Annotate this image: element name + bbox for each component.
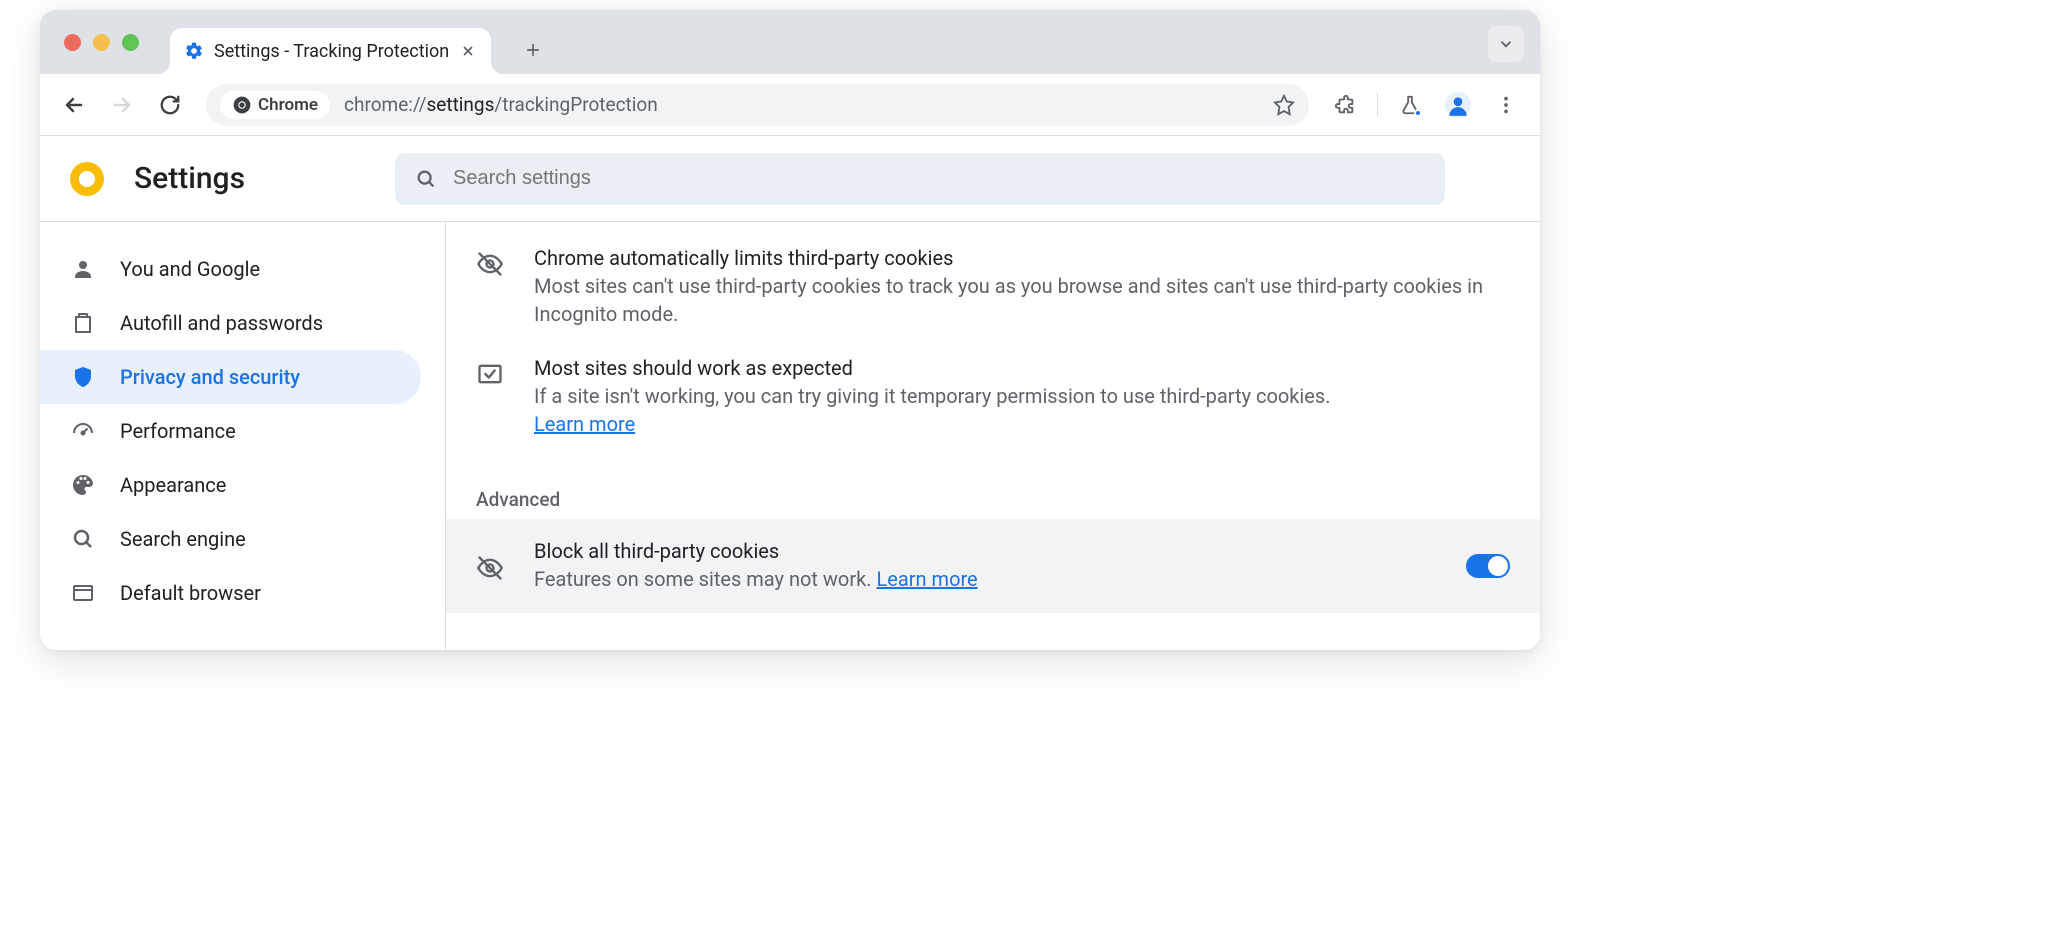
- sidebar-item-performance[interactable]: Performance: [40, 404, 421, 458]
- tab-strip: Settings - Tracking Protection: [40, 10, 1540, 74]
- reload-button[interactable]: [150, 85, 190, 125]
- minimize-window-button[interactable]: [93, 34, 110, 51]
- sidebar: You and Google Autofill and passwords Pr…: [40, 222, 446, 650]
- new-tab-button[interactable]: [515, 32, 551, 68]
- sidebar-item-label: Search engine: [120, 527, 246, 551]
- sidebar-item-label: Appearance: [120, 473, 226, 497]
- row-subtitle: Most sites can't use third-party cookies…: [534, 272, 1510, 328]
- eye-off-icon: [476, 250, 504, 278]
- sidebar-item-you-and-google[interactable]: You and Google: [40, 242, 421, 296]
- close-tab-button[interactable]: [459, 42, 477, 60]
- sidebar-item-privacy-security[interactable]: Privacy and security: [40, 350, 421, 404]
- sidebar-item-autofill[interactable]: Autofill and passwords: [40, 296, 421, 350]
- chrome-settings-logo-icon: [70, 162, 104, 196]
- search-settings-box[interactable]: [395, 153, 1445, 205]
- browser-menu-button[interactable]: [1486, 85, 1526, 125]
- sidebar-item-label: You and Google: [120, 257, 260, 281]
- search-icon: [415, 168, 437, 190]
- sidebar-item-search-engine[interactable]: Search engine: [40, 512, 421, 566]
- chrome-chip: Chrome: [220, 91, 330, 119]
- forward-button[interactable]: [102, 85, 142, 125]
- speedometer-icon: [70, 418, 96, 444]
- url-text: chrome://settings/trackingProtection: [344, 93, 658, 116]
- sidebar-item-label: Autofill and passwords: [120, 311, 323, 335]
- person-icon: [70, 256, 96, 282]
- sidebar-item-default-browser[interactable]: Default browser: [40, 566, 421, 620]
- settings-header: Settings: [40, 136, 1540, 222]
- bookmark-star-icon[interactable]: [1273, 85, 1295, 125]
- shield-icon: [70, 364, 96, 390]
- toggle-knob: [1488, 556, 1508, 576]
- window-controls: [64, 34, 139, 51]
- sidebar-item-label: Default browser: [120, 581, 261, 605]
- learn-more-link[interactable]: Learn more: [876, 567, 977, 591]
- sidebar-item-label: Performance: [120, 419, 236, 443]
- chrome-chip-label: Chrome: [258, 95, 318, 115]
- row-title: Chrome automatically limits third-party …: [534, 246, 1510, 270]
- search-settings-input[interactable]: [453, 167, 1425, 190]
- extensions-button[interactable]: [1325, 85, 1365, 125]
- close-window-button[interactable]: [64, 34, 81, 51]
- maximize-window-button[interactable]: [122, 34, 139, 51]
- browser-window: Settings - Tracking Protection: [40, 10, 1540, 650]
- row-subtitle: If a site isn't working, you can try giv…: [534, 382, 1510, 438]
- sidebar-item-label: Privacy and security: [120, 365, 300, 389]
- row-subtitle: Features on some sites may not work. Lea…: [534, 565, 1436, 593]
- toolbar-divider: [1377, 93, 1378, 117]
- info-row-sites-work: Most sites should work as expected If a …: [476, 342, 1510, 452]
- browser-window-icon: [70, 580, 96, 606]
- browser-tab[interactable]: Settings - Tracking Protection: [170, 28, 491, 74]
- content: You and Google Autofill and passwords Pr…: [40, 222, 1540, 650]
- section-header-advanced: Advanced: [476, 488, 1510, 511]
- tab-title: Settings - Tracking Protection: [214, 41, 449, 62]
- back-button[interactable]: [54, 85, 94, 125]
- settings-title: Settings: [134, 161, 245, 196]
- profile-avatar[interactable]: [1438, 85, 1478, 125]
- clipboard-icon: [70, 310, 96, 336]
- checkbox-icon: [476, 360, 504, 388]
- address-bar[interactable]: Chrome chrome://settings/trackingProtect…: [206, 84, 1309, 126]
- row-title: Block all third-party cookies: [534, 539, 1436, 563]
- settings-gear-icon: [184, 41, 204, 61]
- row-title: Most sites should work as expected: [534, 356, 1510, 380]
- eye-off-icon: [476, 554, 504, 582]
- chrome-logo-icon: [232, 95, 252, 115]
- learn-more-link[interactable]: Learn more: [534, 412, 635, 436]
- search-icon: [70, 526, 96, 552]
- labs-button[interactable]: [1390, 85, 1430, 125]
- tab-search-button[interactable]: [1488, 26, 1524, 62]
- palette-icon: [70, 472, 96, 498]
- row-block-all-cookies[interactable]: Block all third-party cookies Features o…: [446, 519, 1540, 613]
- block-cookies-toggle[interactable]: [1466, 554, 1510, 578]
- info-row-limit-cookies: Chrome automatically limits third-party …: [476, 232, 1510, 342]
- toolbar: Chrome chrome://settings/trackingProtect…: [40, 74, 1540, 136]
- main-panel: Chrome automatically limits third-party …: [446, 222, 1540, 650]
- sidebar-item-appearance[interactable]: Appearance: [40, 458, 421, 512]
